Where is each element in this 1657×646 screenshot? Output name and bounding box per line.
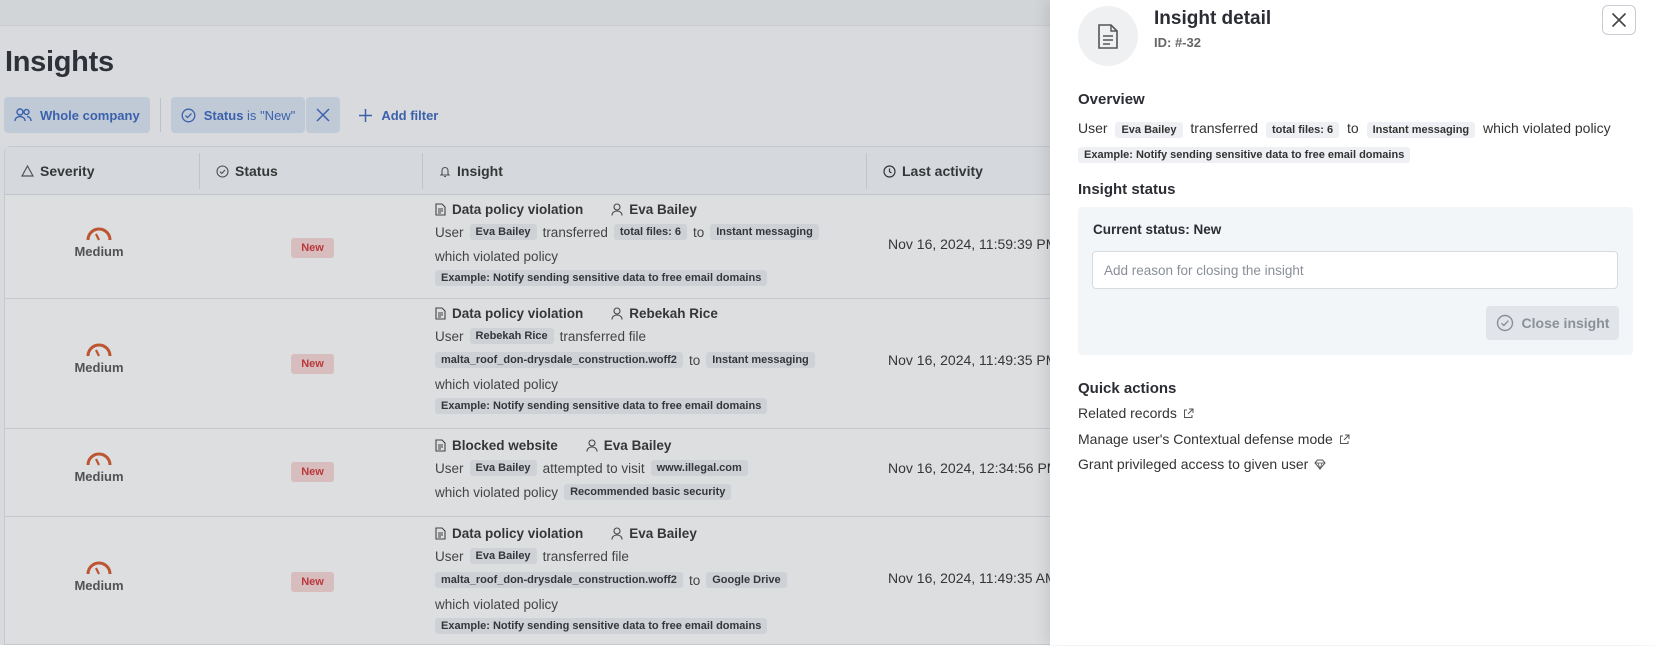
gem-icon	[1314, 459, 1326, 470]
close-insight-button[interactable]: Close insight	[1486, 306, 1619, 340]
policy-tag: Example: Notify sending sensitive data t…	[1078, 147, 1411, 163]
grant-privileged-access-link[interactable]: Grant privileged access to given user	[1078, 456, 1326, 472]
insight-id: ID: #-32	[1154, 35, 1201, 50]
quick-actions-heading: Quick actions	[1078, 380, 1177, 397]
related-records-link[interactable]: Related records	[1078, 405, 1194, 421]
quick-action-label: Manage user's Contextual defense mode	[1078, 431, 1333, 447]
destination-tag: Instant messaging	[1366, 122, 1476, 138]
overview-word: User	[1078, 120, 1108, 136]
insight-detail-icon-wrap	[1078, 6, 1138, 66]
insight-status-heading: Insight status	[1078, 181, 1176, 198]
overview-heading: Overview	[1078, 91, 1145, 108]
insight-status-box: Current status: New Close insight	[1078, 207, 1633, 355]
overview-word: transferred	[1190, 120, 1259, 136]
modal-backdrop[interactable]	[0, 0, 1050, 645]
document-icon	[1098, 23, 1118, 49]
panel-title: Insight detail	[1154, 8, 1272, 29]
files-tag: total files: 6	[1265, 122, 1340, 138]
overview-text: User Eva Bailey transferred total files:…	[1078, 117, 1638, 167]
user-tag: Eva Bailey	[1115, 122, 1183, 138]
close-insight-label: Close insight	[1521, 315, 1610, 331]
current-status: Current status: New	[1093, 222, 1222, 237]
check-circle-icon	[1496, 314, 1513, 332]
quick-action-label: Grant privileged access to given user	[1078, 456, 1309, 472]
close-reason-input[interactable]	[1092, 251, 1618, 289]
external-link-icon	[1339, 434, 1350, 444]
close-icon	[1611, 12, 1627, 28]
close-panel-button[interactable]	[1602, 5, 1636, 35]
contextual-defense-link[interactable]: Manage user's Contextual defense mode	[1078, 431, 1350, 447]
quick-action-label: Related records	[1078, 405, 1177, 421]
external-link-icon	[1183, 408, 1194, 418]
insight-detail-panel: Insight detail ID: #-32 Overview User Ev…	[1050, 0, 1657, 645]
overview-word: which violated policy	[1483, 120, 1611, 136]
overview-word: to	[1347, 120, 1359, 136]
